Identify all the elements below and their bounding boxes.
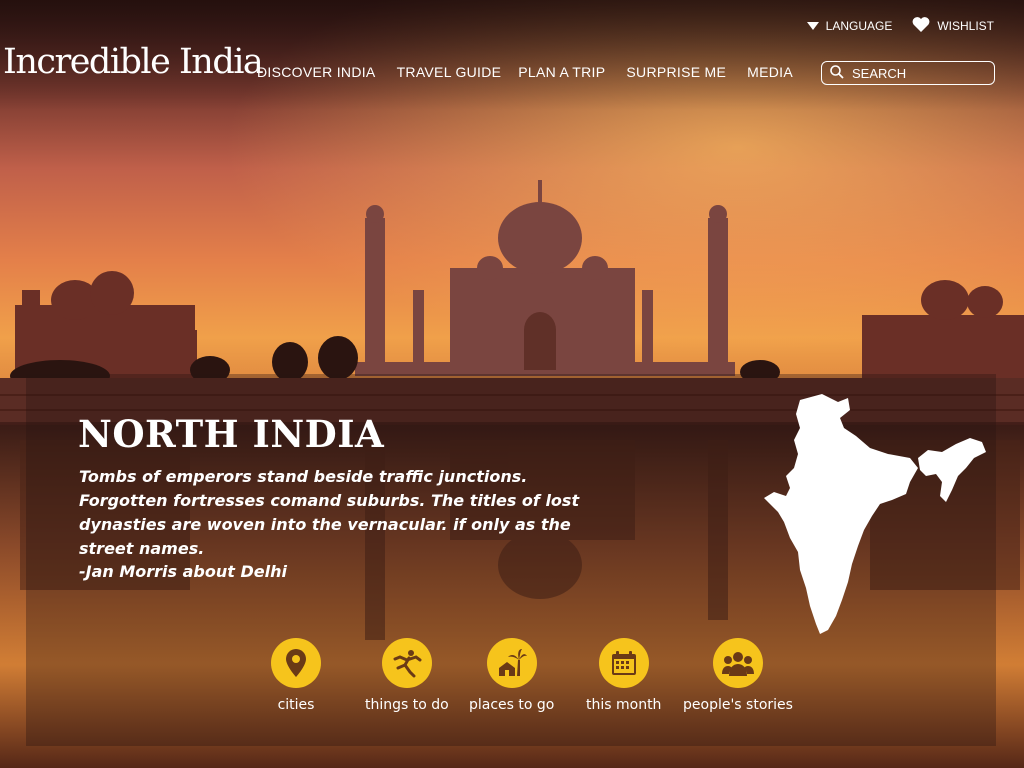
caret-down-icon [806, 19, 819, 33]
nav-travel-guide[interactable]: TRAVEL GUIDE [397, 64, 502, 80]
wishlist-label: WISHLIST [937, 18, 994, 33]
feature-places-to-go[interactable]: places to go [469, 638, 554, 713]
nav-surprise-me[interactable]: SURPRISE ME [626, 64, 726, 80]
region-quote: Tombs of emperors stand beside traffic j… [79, 467, 580, 558]
search-box[interactable] [821, 61, 995, 85]
nav-media[interactable]: MEDIA [747, 64, 793, 80]
feature-this-month[interactable]: this month [586, 638, 661, 713]
feature-label: things to do [365, 697, 449, 713]
calendar-icon [598, 638, 649, 688]
main-nav: DISCOVER INDIA TRAVEL GUIDE PLAN A TRIP … [257, 64, 814, 80]
quote-attribution: -Jan Morris about Delhi [79, 562, 287, 581]
site-logo[interactable]: Incredible India [3, 42, 264, 82]
region-title: NORTH INDIA [78, 412, 385, 456]
nav-discover-india[interactable]: DISCOVER INDIA [257, 64, 376, 80]
map-pin-icon [271, 638, 321, 688]
people-group-icon [712, 638, 763, 688]
heart-icon [912, 16, 930, 35]
utility-bar: LANGUAGE WISHLIST [806, 16, 994, 35]
search-input[interactable] [852, 65, 982, 81]
feature-peoples-stories[interactable]: people's stories [683, 638, 793, 713]
feature-shortcuts: cities things to do places to go this mo… [0, 637, 1024, 727]
search-icon [830, 64, 844, 83]
feature-label: this month [586, 697, 662, 713]
nav-plan-a-trip[interactable]: PLAN A TRIP [518, 64, 605, 80]
palm-hut-icon [486, 638, 537, 688]
feature-label: people's stories [683, 697, 793, 713]
language-selector[interactable]: LANGUAGE [806, 18, 893, 33]
india-map-icon[interactable] [760, 392, 990, 641]
feature-label: places to go [469, 697, 555, 713]
language-label: LANGUAGE [825, 18, 893, 33]
wishlist-link[interactable]: WISHLIST [912, 16, 994, 35]
feature-cities[interactable]: cities [271, 638, 321, 713]
feature-things-to-do[interactable]: things to do [365, 638, 449, 713]
feature-label: cities [277, 697, 315, 713]
dancing-figure-icon [381, 638, 432, 688]
